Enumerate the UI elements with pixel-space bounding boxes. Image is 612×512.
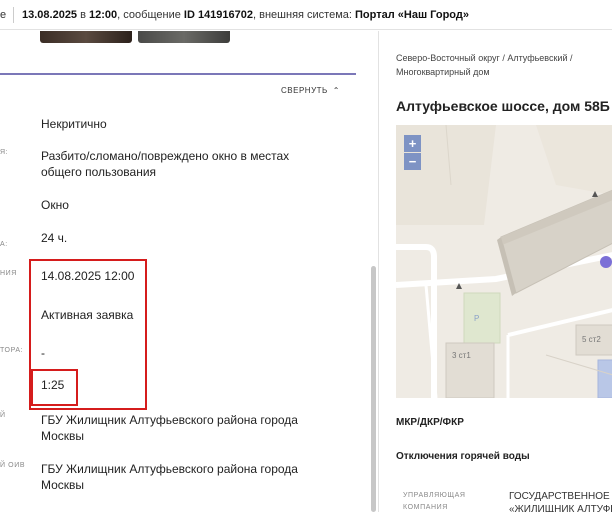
location-map[interactable]: P + − 3 ст1 5 ст2 bbox=[396, 125, 612, 398]
request-header-bar: е 13.08.2025 в 12:00, сообщение ID 14191… bbox=[0, 0, 612, 30]
field-label-description: Я: bbox=[0, 149, 9, 156]
location-marker[interactable] bbox=[600, 256, 612, 268]
field-label-due-date: НИЯ bbox=[0, 270, 17, 277]
map-canvas: P bbox=[396, 125, 612, 398]
field-value-priority: Некритично bbox=[41, 117, 107, 131]
map-building-label: 3 ст1 bbox=[452, 351, 471, 360]
header-cut-text: е bbox=[0, 9, 7, 21]
field-value-responsible-oiv: ГБУ Жилищник Алтуфьевского района города… bbox=[41, 462, 298, 492]
request-in: в bbox=[77, 9, 90, 21]
request-msg-text: , сообщение bbox=[117, 9, 184, 21]
map-zoom-in-button[interactable]: + bbox=[404, 135, 421, 152]
collapse-label: СВЕРНУТЬ bbox=[281, 86, 328, 95]
section-divider bbox=[0, 73, 356, 75]
request-meta: 13.08.2025 в 12:00, сообщение ID 1419167… bbox=[22, 0, 469, 29]
field-value-description: Разбито/сломано/повреждено окно в местах… bbox=[41, 149, 290, 179]
address-title: Алтуфьевское шоссе, дом 58Б bbox=[396, 98, 610, 114]
field-value-object: Окно bbox=[41, 198, 69, 212]
scrollbar[interactable] bbox=[371, 266, 376, 512]
location-panel: Северо-Восточный округ / Алтуфьевский / … bbox=[378, 31, 612, 512]
field-label-operator: ТОРА: bbox=[0, 347, 24, 354]
management-company-value: ГОСУДАРСТВЕННОЕ БК «ЖИЛИЩНИК АЛТУФЬ bbox=[509, 490, 612, 512]
request-details-panel: СВЕРНУТЬ ⌃ Некритично Я: Разбито/сломано/… bbox=[0, 31, 378, 512]
field-label-deadline-hours: А: bbox=[0, 241, 8, 248]
hot-water-heading: Отключения горячей воды bbox=[396, 451, 530, 462]
request-ext-text: , внешняя система: bbox=[253, 9, 356, 21]
location-breadcrumb: Северо-Восточный округ / Алтуфьевский / … bbox=[396, 53, 573, 77]
field-value-deadline-hours: 24 ч. bbox=[41, 231, 68, 245]
management-company-line: ГОСУДАРСТВЕННОЕ БК bbox=[509, 491, 612, 502]
field-label-executor: Й bbox=[0, 412, 6, 419]
request-time: 12:00 bbox=[89, 9, 118, 21]
field-label-responsible-oiv: Й ОИВ bbox=[0, 462, 26, 469]
parking-label: P bbox=[474, 314, 479, 323]
photo-thumbnail[interactable] bbox=[40, 31, 132, 43]
field-value-executor: ГБУ Жилищник Алтуфьевского района города… bbox=[41, 413, 298, 443]
management-company-line: «ЖИЛИЩНИК АЛТУФЬ bbox=[509, 504, 612, 512]
header-divider bbox=[13, 7, 14, 23]
request-date: 13.08.2025 bbox=[22, 9, 78, 21]
map-zoom-out-button[interactable]: − bbox=[404, 153, 421, 170]
highlight-box-time bbox=[31, 369, 78, 406]
map-building-label: 5 ст2 bbox=[582, 335, 601, 344]
request-id: ID 141916702 bbox=[183, 9, 254, 21]
management-company-label: УПРАВЛЯЮЩАЯ КОМПАНИЯ bbox=[403, 492, 466, 511]
chevron-up-icon: ⌃ bbox=[332, 86, 340, 95]
collapse-button[interactable]: СВЕРНУТЬ ⌃ bbox=[281, 86, 340, 95]
repair-programs-heading: МКР/ДКР/ФКР bbox=[396, 417, 464, 428]
photo-thumbnail[interactable] bbox=[138, 31, 230, 43]
external-system: Портал «Наш Город» bbox=[355, 9, 469, 21]
